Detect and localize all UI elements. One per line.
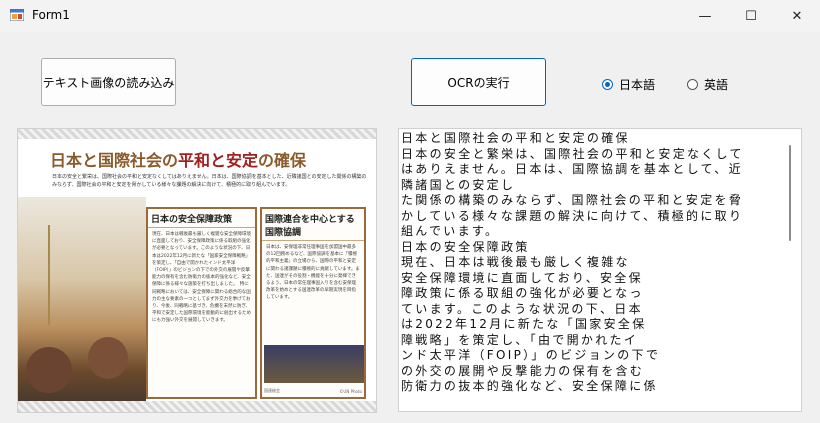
ocr-line: 障戦略」を策定し、「由で開かれたイ bbox=[401, 332, 639, 347]
photo-illustration bbox=[18, 197, 146, 401]
ocr-line: 日本の安全保障政策 bbox=[401, 239, 530, 254]
person-illustration bbox=[26, 347, 72, 393]
document-image: 日本と国際社会の平和と安定の確保 日本の安全と繁栄は、国際社会の平和と安定なくし… bbox=[18, 139, 376, 401]
ocr-line: 安全保障環境に直面しており、安全保 bbox=[401, 270, 643, 285]
ocr-line: た関係の構築のみならず、国際社会の平和と安定を脅 bbox=[401, 193, 744, 207]
maximize-button[interactable]: ☐ bbox=[728, 0, 774, 32]
ocr-line: 防衛力の抜本的強化など、安全保障に係 bbox=[401, 379, 658, 393]
minimize-button[interactable]: — bbox=[682, 0, 728, 32]
radio-unchecked-icon bbox=[687, 79, 698, 90]
minimize-icon: — bbox=[698, 8, 712, 24]
ocr-line: はありえません。日本は、国際協調を基本として、近 bbox=[401, 162, 743, 176]
ocr-line: 隣諸国との安定し bbox=[401, 177, 516, 192]
ocr-line: 日本の安全と繁栄は、国際社会の平和と安定なくして bbox=[401, 146, 744, 161]
security-policy-box: 日本の安全保障政策 現在、日本は戦後最も厳しく複雑な安全保障環境に直面しており、… bbox=[146, 207, 257, 399]
ocr-result-text: 日本と国際社会の平和と安定の確保 日本の安全と繁栄は、国際社会の平和と安定なくして… bbox=[401, 131, 773, 395]
close-button[interactable]: ✕ bbox=[774, 0, 820, 32]
un-hall-photo bbox=[264, 345, 364, 383]
ocr-line: かしている様々な課題の解決に向けて、積極的に取り bbox=[401, 208, 744, 223]
radio-english-label: 英語 bbox=[704, 78, 729, 92]
ocr-line: 日本と国際社会の平和と安定の確保 bbox=[401, 131, 630, 145]
un-cooperation-box: 国際連合を中心とする国際協調 日本は、安保理非常任理事国を加盟国中最多の12回務… bbox=[260, 207, 366, 399]
box-title: 国際連合を中心とする国際協調 bbox=[262, 209, 364, 241]
ocr-line: ンド太平洋（FOIP）」のビジョンの下で bbox=[401, 348, 661, 362]
photo-credit: ©UN Photo bbox=[339, 389, 362, 394]
person-illustration bbox=[88, 337, 128, 379]
ocr-line: は2022年12月に新たな「国家安全保 bbox=[401, 317, 647, 331]
photo-caption: 国連総会 bbox=[264, 388, 280, 393]
ocr-line: 組んでいます。 bbox=[401, 224, 500, 238]
ocr-result-textbox[interactable]: 日本と国際社会の平和と安定の確保 日本の安全と繁栄は、国際社会の平和と安定なくして… bbox=[398, 128, 802, 412]
close-icon: ✕ bbox=[791, 8, 803, 24]
box-title: 日本の安全保障政策 bbox=[148, 209, 255, 228]
doc-title: 日本と国際社会の平和と安定の確保 bbox=[50, 151, 307, 170]
image-preview: 日本と国際社会の平和と安定の確保 日本の安全と繁栄は、国際社会の平和と安定なくし… bbox=[17, 128, 377, 413]
window-title: Form1 bbox=[32, 8, 70, 22]
box-body: 現在、日本は戦後最も厳しく複雑な安全保障環境に直面しており、安全保障政策に係る取… bbox=[152, 232, 251, 324]
run-ocr-button[interactable]: OCRの実行 bbox=[411, 58, 546, 106]
load-image-button[interactable]: テキスト画像の読み込み bbox=[41, 58, 176, 106]
ocr-line: 障政策に係る取組の強化が必要となっ bbox=[401, 286, 644, 300]
title-bar: Form1 — ☐ ✕ bbox=[0, 0, 820, 32]
scales-icon bbox=[48, 225, 110, 325]
app-icon bbox=[10, 9, 24, 21]
scrollbar-thumb[interactable] bbox=[789, 145, 791, 241]
doc-lead: 日本の安全と繁栄は、国際社会の平和と安定なくしてはありえません。日本は、国際協調… bbox=[52, 174, 367, 188]
ocr-line: 現在、日本は戦後最も厳しく複雑な bbox=[401, 255, 630, 269]
radio-japanese-label: 日本語 bbox=[619, 78, 656, 92]
radio-checked-icon bbox=[602, 79, 613, 90]
radio-japanese[interactable]: 日本語 bbox=[602, 76, 655, 93]
radio-english[interactable]: 英語 bbox=[687, 76, 728, 93]
ocr-line: ています。このような状況の下、日本 bbox=[401, 301, 643, 316]
box-body: 日本は、安保理非常任理事国を加盟国中最多の12回務めるなど、国際協調を基本に「積… bbox=[266, 245, 360, 301]
ocr-line: の外交の展開や反撃能力の保有を含む bbox=[401, 363, 645, 378]
maximize-icon: ☐ bbox=[745, 8, 757, 24]
